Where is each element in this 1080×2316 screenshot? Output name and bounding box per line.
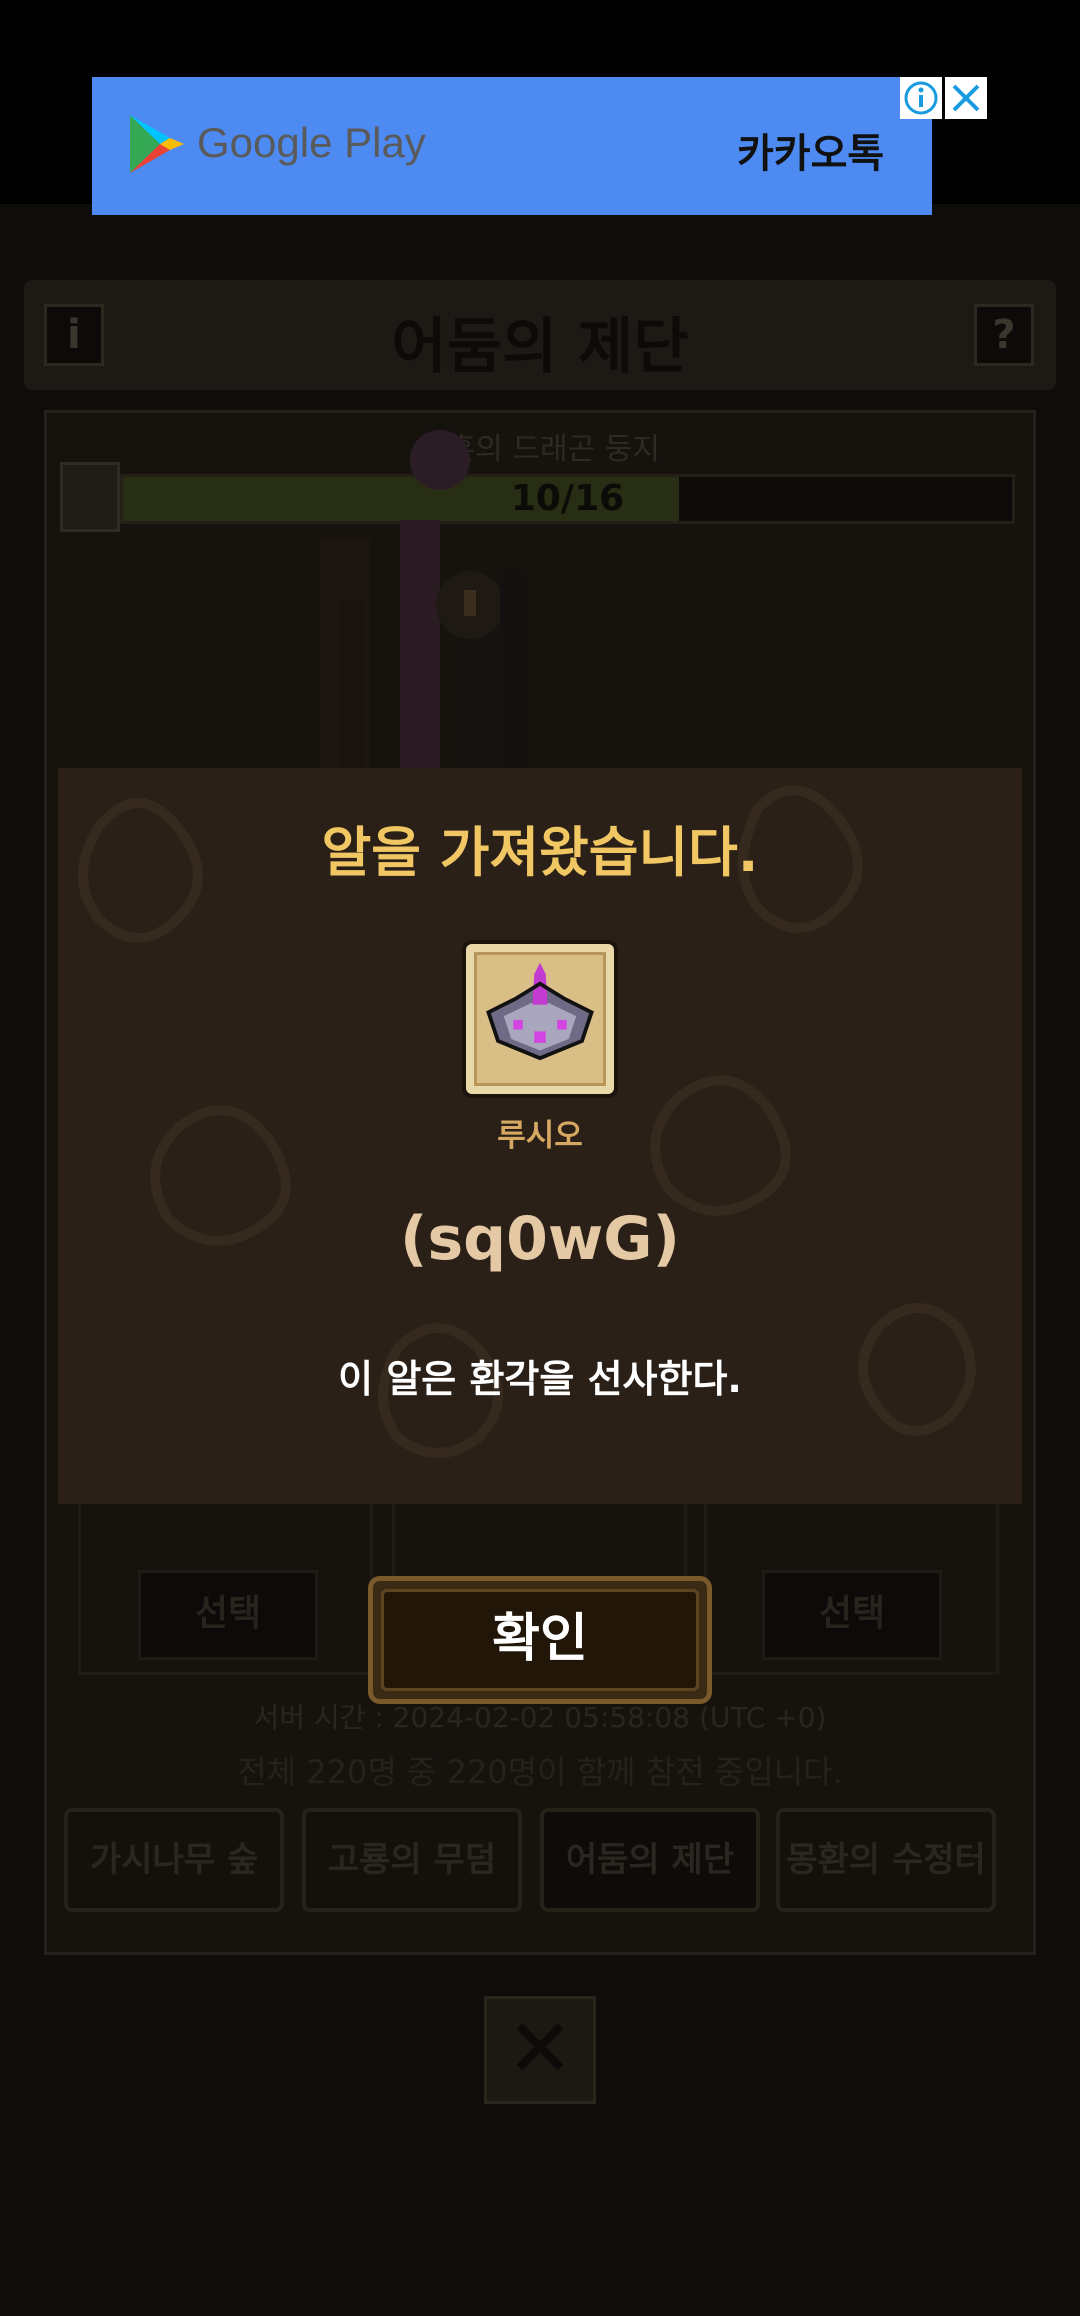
tab-thorn-forest[interactable]: 가시나무 숲 (64, 1808, 284, 1912)
egg-name: 루시오 (497, 1118, 583, 1154)
page-title: 어둠의 제단 (391, 312, 689, 382)
confirm-button[interactable]: 확인 (368, 1576, 712, 1704)
egg-result-modal: 알을 가져왔습니다. 루시오 (sq0wG) 이 알은 환각을 선사한다. (58, 768, 1022, 1504)
tab-dark-altar[interactable]: 어둠의 제단 (540, 1808, 760, 1912)
modal-title: 알을 가져왔습니다. (321, 821, 759, 884)
close-icon[interactable] (945, 77, 987, 119)
participants-text: 전체 220명 중 220명이 함께 참전 중입니다. (237, 1753, 843, 1791)
ad-banner[interactable]: Google Play 카카오톡 (92, 77, 932, 215)
tab-dragon-tomb[interactable]: 고룡의 무덤 (302, 1808, 522, 1912)
info-icon[interactable] (900, 77, 942, 119)
select-button-left[interactable]: 선택 (138, 1570, 318, 1660)
tab-dream-crystal[interactable]: 몽환의 수정터 (776, 1808, 996, 1912)
egg-code: (sq0wG) (400, 1204, 680, 1274)
select-button-right[interactable]: 선택 (762, 1570, 942, 1660)
egg-card (462, 940, 618, 1098)
google-play-icon (130, 115, 184, 173)
egg-description: 이 알은 환각을 선사한다. (338, 1357, 742, 1401)
chest-icon[interactable] (60, 462, 120, 532)
close-x-icon[interactable]: ✕ (484, 1996, 596, 2104)
egg-icon (486, 962, 594, 1061)
ad-store-label: Google Play (197, 119, 426, 166)
confirm-label: 확인 (381, 1589, 699, 1691)
altar-tower-image (320, 430, 526, 770)
ad-app-name: 카카오톡 (737, 131, 885, 177)
